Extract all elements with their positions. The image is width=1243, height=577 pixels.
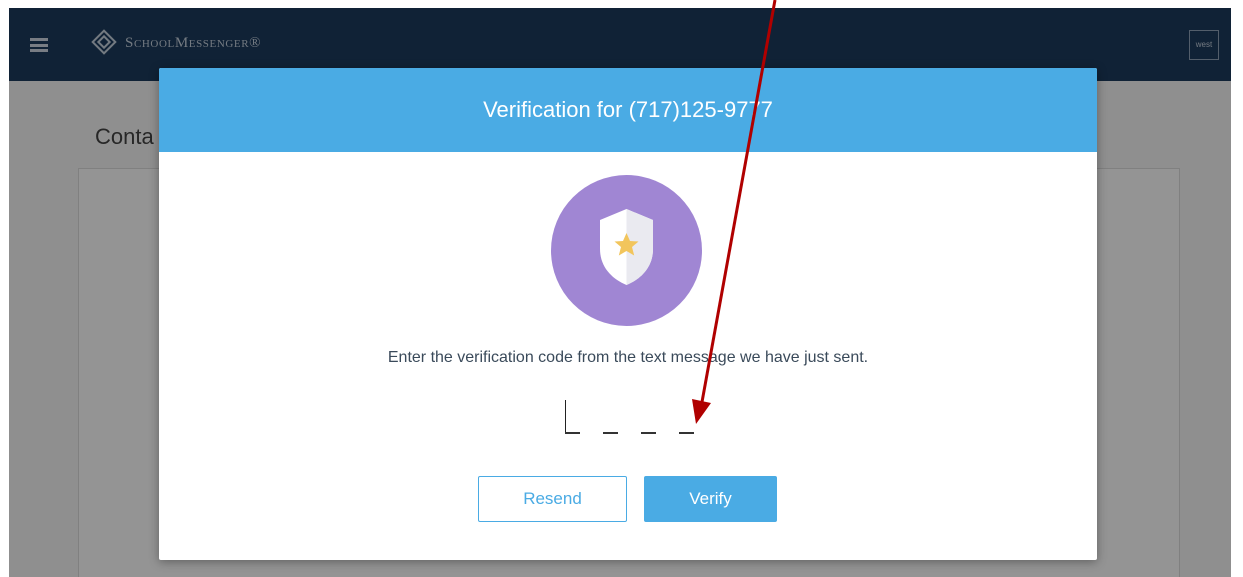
code-slot-4 bbox=[679, 432, 694, 434]
verification-instructions: Enter the verification code from the tex… bbox=[387, 349, 869, 366]
dialog-title: Verification for (717)125-9777 bbox=[483, 97, 773, 122]
resend-button[interactable]: Resend bbox=[478, 476, 627, 522]
text-cursor bbox=[565, 400, 566, 432]
shield-star-icon bbox=[551, 175, 702, 326]
verify-button[interactable]: Verify bbox=[644, 476, 777, 522]
code-slot-3 bbox=[641, 432, 656, 434]
verification-dialog: Verification for (717)125-9777 Enter the… bbox=[159, 68, 1097, 560]
verification-code-input[interactable] bbox=[563, 398, 703, 438]
code-slot-2 bbox=[603, 432, 618, 434]
code-slot-1 bbox=[565, 432, 580, 434]
app-window: SchoolMessenger® west Conta Verification… bbox=[9, 8, 1231, 577]
dialog-header: Verification for (717)125-9777 bbox=[159, 68, 1097, 152]
